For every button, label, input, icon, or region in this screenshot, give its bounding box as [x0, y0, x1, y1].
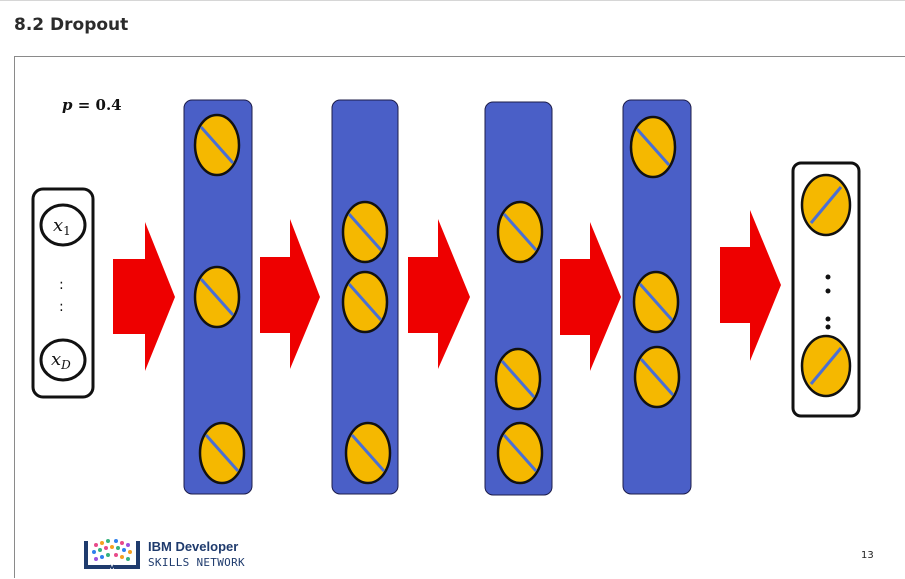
brand-line-2: SKILLS NETWORK — [148, 556, 245, 569]
input-layer: x1 : : xD — [31, 187, 95, 399]
arrow-1 — [113, 222, 175, 371]
output-ellipsis-dot — [825, 274, 831, 280]
dropped-neuron — [193, 113, 241, 177]
dropped-neuron — [193, 265, 241, 329]
input-ellipsis-2: : — [59, 299, 64, 315]
output-layer — [791, 161, 861, 418]
dropped-neuron — [198, 421, 246, 485]
hidden-layer-2 — [331, 99, 399, 495]
ibm-skills-network-logo-icon — [84, 539, 140, 569]
page-title: 8.2 Dropout — [14, 15, 129, 35]
hidden-layer-4 — [622, 99, 692, 495]
dropped-neuron — [496, 200, 544, 264]
output-ellipsis-dot — [825, 316, 831, 322]
dropped-neuron — [633, 345, 681, 409]
output-neuron — [800, 173, 852, 237]
dropout-diagram: x1 : : xD — [31, 99, 861, 496]
brand-wordmark: IBM Developer SKILLS NETWORK — [148, 539, 245, 571]
hidden-layer-1 — [183, 99, 253, 495]
dropped-neuron — [629, 115, 677, 179]
dropped-neuron — [344, 421, 392, 485]
output-ellipsis-dot — [825, 288, 831, 294]
dropped-neuron — [496, 421, 544, 485]
hidden-layer-3 — [484, 101, 553, 496]
input-ellipsis-1: : — [59, 277, 64, 293]
output-ellipsis-dot — [825, 324, 831, 330]
output-neuron — [800, 334, 852, 398]
page-number: 13 — [861, 550, 874, 561]
arrow-5 — [720, 210, 781, 361]
arrow-4 — [560, 222, 621, 371]
slide-frame: p = 0.4 x1 : : xD IBM Developer SKILLS N… — [14, 56, 905, 578]
brand-line-1: IBM Developer — [148, 539, 239, 554]
dropped-neuron — [341, 270, 389, 334]
arrow-3 — [408, 219, 470, 369]
dropped-neuron — [494, 347, 542, 411]
top-divider — [0, 0, 905, 1]
dropped-neuron — [632, 270, 680, 334]
dropped-neuron — [341, 200, 389, 264]
arrow-2 — [260, 219, 320, 369]
